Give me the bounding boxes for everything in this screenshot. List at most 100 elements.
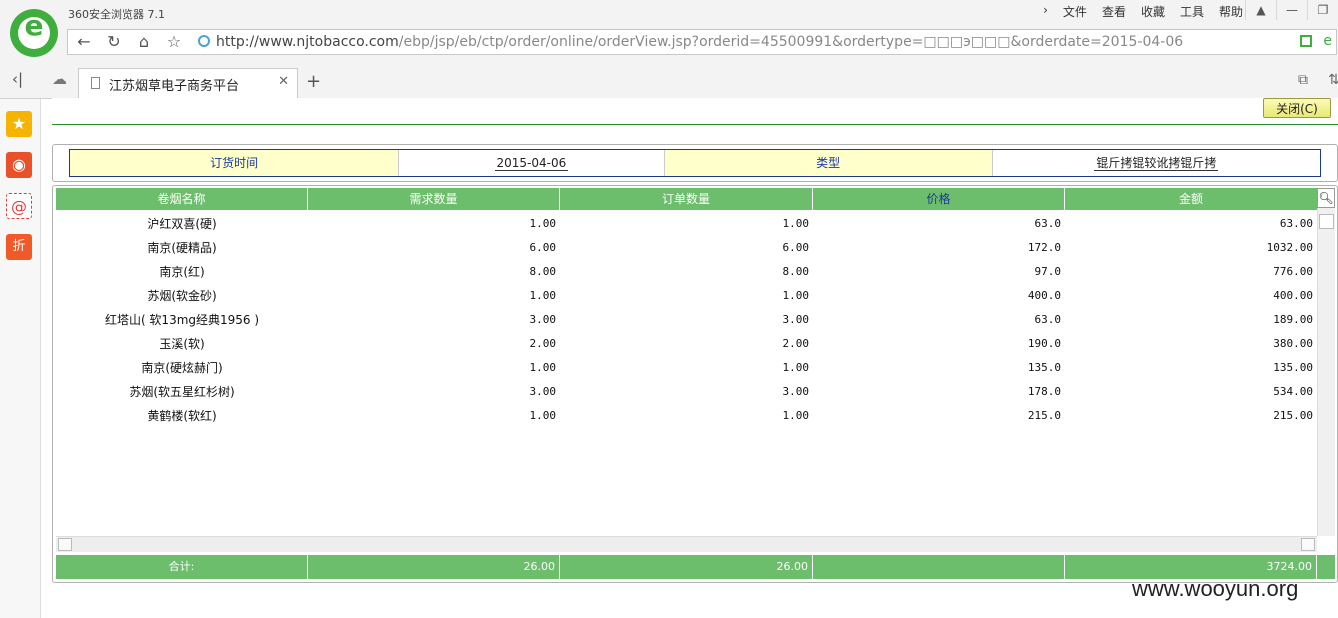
cell-name: 苏烟(软金砂): [147, 289, 217, 303]
cell-name: 南京(硬炫赫门): [141, 361, 223, 375]
minimize-icon[interactable]: —: [1276, 0, 1307, 20]
order-time-field[interactable]: 2015-04-06: [399, 150, 665, 176]
new-tab-icon[interactable]: +: [306, 71, 321, 92]
window-controls: ▲ — ❐: [1245, 0, 1338, 20]
cloud-icon[interactable]: ☁: [52, 70, 67, 88]
table-row[interactable]: 南京(红) 8.00 8.00 97.0 776.00: [56, 260, 1317, 284]
grid-search-icon[interactable]: 🔍︎: [1317, 188, 1335, 208]
cell-amount: 1032.00: [1266, 241, 1313, 254]
cell-order: 1.00: [782, 409, 810, 422]
vertical-scroll-thumb[interactable]: [1319, 214, 1334, 229]
table-row[interactable]: 苏烟(软金砂) 1.00 1.00 400.0 400.00: [56, 284, 1317, 308]
scroll-left-icon[interactable]: [58, 538, 72, 551]
cell-name: 玉溪(软): [159, 337, 205, 351]
favorite-star-icon[interactable]: ☆: [160, 30, 188, 54]
cell-name: 沪红双喜(硬): [147, 217, 217, 231]
menu-item-tools[interactable]: 工具: [1180, 3, 1204, 20]
header-demand[interactable]: 需求数量: [308, 188, 560, 210]
cell-name: 苏烟(软五星红杉树): [129, 385, 235, 399]
footer-order-total: 26.00: [560, 555, 813, 579]
menu-bar: › 文件 查看 收藏 工具 帮助: [1043, 3, 1243, 20]
tab-list-icon[interactable]: ⧉: [1298, 72, 1308, 88]
table-row[interactable]: 红塔山( 软13mg经典1956 ) 3.00 3.00 63.0 189.00: [56, 308, 1317, 332]
skin-icon[interactable]: ▲: [1245, 0, 1276, 20]
weibo-icon[interactable]: ◉: [6, 152, 32, 178]
browser-logo-icon: e: [10, 9, 58, 57]
cell-demand: 1.00: [529, 409, 557, 422]
cell-price: 178.0: [1027, 385, 1061, 398]
menu-chevron-icon[interactable]: ›: [1043, 3, 1048, 20]
cell-demand: 2.00: [529, 337, 557, 350]
header-price[interactable]: 价格: [813, 188, 1065, 210]
table-row[interactable]: 黄鹤楼(软红) 1.00 1.00 215.0 215.00: [56, 404, 1317, 428]
header-amount[interactable]: 金额: [1065, 188, 1317, 210]
horizontal-scrollbar[interactable]: [56, 536, 1317, 552]
cell-price: 190.0: [1027, 337, 1061, 350]
header-name[interactable]: 卷烟名称: [56, 188, 308, 210]
menu-item-favorites[interactable]: 收藏: [1141, 3, 1165, 20]
cell-demand: 6.00: [529, 241, 557, 254]
cell-order: 8.00: [782, 265, 810, 278]
tab-close-icon[interactable]: ✕: [278, 74, 289, 89]
cell-demand: 3.00: [529, 313, 557, 326]
cell-order: 6.00: [782, 241, 810, 254]
cell-amount: 135.00: [1273, 361, 1313, 374]
type-label: 类型: [664, 150, 993, 176]
type-field[interactable]: 锟斤拷锟较讹拷锟斤拷: [993, 150, 1320, 176]
tab-bar: ‹| ☁ 江苏烟草电子商务平台 ✕ + ⧉ ⇅: [0, 64, 1338, 99]
mode-icon[interactable]: e: [1323, 33, 1332, 49]
footer-label: 合计:: [56, 555, 308, 579]
cell-price: 97.0: [1034, 265, 1062, 278]
discount-icon[interactable]: 折: [6, 234, 32, 260]
sidebar-toggle-icon[interactable]: ‹|: [12, 70, 23, 88]
cell-amount: 400.00: [1273, 289, 1313, 302]
table-row[interactable]: 玉溪(软) 2.00 2.00 190.0 380.00: [56, 332, 1317, 356]
cell-price: 172.0: [1027, 241, 1061, 254]
cell-amount: 776.00: [1273, 265, 1313, 278]
mail-icon[interactable]: @: [6, 193, 32, 219]
cell-price: 63.0: [1034, 313, 1062, 326]
menu-item-view[interactable]: 查看: [1102, 3, 1126, 20]
tab-active[interactable]: 江苏烟草电子商务平台 ✕: [78, 68, 298, 98]
cell-name: 南京(红): [159, 265, 205, 279]
table-row[interactable]: 苏烟(软五星红杉树) 3.00 3.00 178.0 534.00: [56, 380, 1317, 404]
address-bar[interactable]: ← ↻ ⌂ ☆ http://www.njtobacco.com/ebp/jsp…: [67, 29, 1337, 55]
favorites-star-icon[interactable]: ★: [6, 111, 32, 137]
menu-item-file[interactable]: 文件: [1063, 3, 1087, 20]
home-icon[interactable]: ⌂: [130, 30, 158, 54]
cell-order: 2.00: [782, 337, 810, 350]
cell-order: 3.00: [782, 385, 810, 398]
order-info-table: 订货时间 2015-04-06 类型 锟斤拷锟较讹拷锟斤拷: [69, 149, 1321, 177]
close-button[interactable]: 关闭(C): [1263, 98, 1331, 118]
vertical-scrollbar[interactable]: [1317, 208, 1335, 536]
url-text[interactable]: http://www.njtobacco.com/ebp/jsp/eb/ctp/…: [216, 30, 1183, 54]
back-icon[interactable]: ←: [70, 30, 98, 54]
table-row[interactable]: 南京(硬炫赫门) 1.00 1.00 135.0 135.00: [56, 356, 1317, 380]
table-row[interactable]: 沪红双喜(硬) 1.00 1.00 63.0 63.00: [56, 212, 1317, 236]
reload-icon[interactable]: ↻: [100, 30, 128, 54]
cell-price: 63.0: [1034, 217, 1062, 230]
restore-icon[interactable]: ❐: [1307, 0, 1338, 20]
site-globe-icon: [198, 35, 210, 47]
cell-order: 3.00: [782, 313, 810, 326]
scroll-right-icon[interactable]: [1301, 538, 1315, 551]
cell-order: 1.00: [782, 361, 810, 374]
cell-name: 南京(硬精品): [147, 241, 217, 255]
cell-demand: 1.00: [529, 361, 557, 374]
tab-scroll-icon[interactable]: ⇅: [1328, 72, 1338, 88]
table-row[interactable]: 南京(硬精品) 6.00 6.00 172.0 1032.00: [56, 236, 1317, 260]
footer-price-blank: [813, 555, 1065, 579]
cell-amount: 534.00: [1273, 385, 1313, 398]
menu-item-help[interactable]: 帮助: [1219, 3, 1243, 20]
cell-name: 红塔山( 软13mg经典1956 ): [104, 313, 260, 327]
app-title: 360安全浏览器 7.1: [68, 8, 165, 21]
header-order[interactable]: 订单数量: [560, 188, 813, 210]
cell-amount: 63.00: [1279, 217, 1313, 230]
cell-price: 135.0: [1027, 361, 1061, 374]
qr-code-icon[interactable]: [1300, 35, 1312, 47]
cell-amount: 215.00: [1273, 409, 1313, 422]
grid-body: 沪红双喜(硬) 1.00 1.00 63.0 63.00 南京(硬精品) 6.00 6.00 1…: [56, 212, 1317, 428]
cell-demand: 1.00: [529, 217, 557, 230]
cell-name: 黄鹤楼(软红): [147, 409, 217, 423]
tab-title: 江苏烟草电子商务平台: [109, 79, 240, 94]
